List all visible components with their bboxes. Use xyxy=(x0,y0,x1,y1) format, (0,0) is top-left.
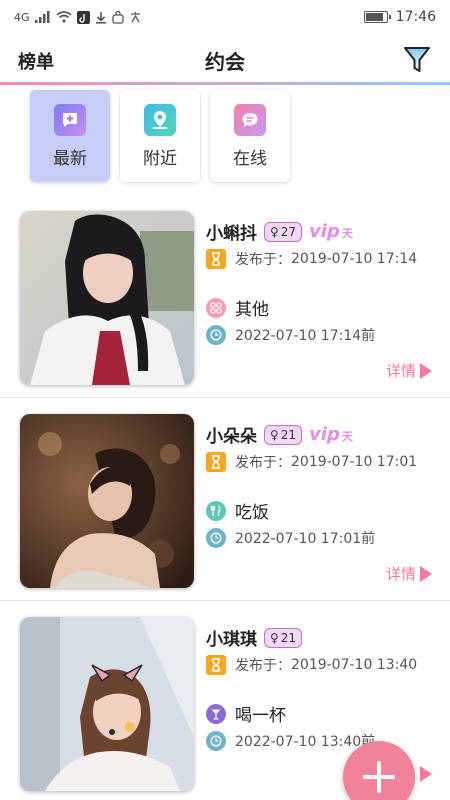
play-arrow-icon xyxy=(420,766,432,782)
add-square-icon xyxy=(54,103,86,136)
cocktail-glass-icon xyxy=(206,703,226,724)
tab-latest[interactable]: 最新 xyxy=(30,90,110,182)
vip-badge: vip 天 xyxy=(309,221,353,242)
gender-age-badge: ♀ 21 xyxy=(264,424,303,445)
download-icon xyxy=(95,11,106,24)
translate-icon xyxy=(130,11,140,22)
clock-icon xyxy=(206,528,226,548)
profile-photo[interactable] xyxy=(20,617,194,791)
network-label: 4G xyxy=(14,10,30,24)
name-row: 小朵朵 ♀ 21 vip 天 xyxy=(206,422,353,447)
user-name: 小朵朵 xyxy=(206,427,257,447)
filter-button[interactable] xyxy=(402,44,432,74)
hourglass-icon xyxy=(206,452,226,472)
age-value: 21 xyxy=(280,427,297,442)
status-time: 17:46 xyxy=(395,9,436,25)
details-link[interactable]: 详情 xyxy=(386,360,432,381)
profile-photo[interactable] xyxy=(20,211,194,385)
vip-sub-label: 天 xyxy=(341,227,353,240)
filter-icon xyxy=(404,47,430,72)
leaderboard-link[interactable]: 榜单 xyxy=(18,48,54,74)
tab-online[interactable]: 在线 xyxy=(210,90,290,182)
date-time: 2022-07-10 17:01前 xyxy=(235,531,376,547)
published-label: 发布于： xyxy=(235,658,291,674)
profile-photo[interactable] xyxy=(20,414,194,588)
tiktok-icon xyxy=(76,10,90,24)
user-name: 小琪琪 xyxy=(206,630,257,650)
plus-icon xyxy=(363,761,395,793)
post-card[interactable]: 小蝌抖 ♀ 27 vip 天 发布于： 2019-07-10 17:14 其他 202… xyxy=(0,195,450,398)
datetime-row: 2022-07-10 17:14前 xyxy=(206,325,375,345)
location-pin-icon xyxy=(144,103,176,136)
vip-sub-label: 天 xyxy=(341,430,353,443)
grid-icon xyxy=(206,297,226,318)
age-value: 21 xyxy=(280,630,297,645)
published-time: 2019-07-10 17:01 xyxy=(291,454,418,470)
dating-feed: 小蝌抖 ♀ 27 vip 天 发布于： 2019-07-10 17:14 其他 202… xyxy=(0,195,450,800)
gender-age-badge: ♀ 27 xyxy=(264,221,303,242)
female-icon: ♀ xyxy=(270,630,279,645)
post-card[interactable]: 小朵朵 ♀ 21 vip 天 发布于： 2019-07-10 17:01 吃饭 202… xyxy=(0,398,450,601)
name-row: 小蝌抖 ♀ 27 vip 天 xyxy=(206,219,353,244)
published-row: 发布于： 2019-07-10 13:40 xyxy=(206,655,417,675)
activity-type: 喝一杯 xyxy=(235,706,286,726)
datetime-row: 2022-07-10 17:01前 xyxy=(206,528,375,548)
published-row: 发布于： 2019-07-10 17:14 xyxy=(206,249,417,269)
hourglass-icon xyxy=(206,249,226,269)
activity-row: 其他 xyxy=(206,295,269,320)
hourglass-icon xyxy=(206,655,226,675)
tab-latest-label: 最新 xyxy=(53,148,87,169)
category-tabs: 最新 附近 在线 xyxy=(30,90,290,182)
vip-badge: vip 天 xyxy=(309,424,353,445)
vip-label: vip xyxy=(309,221,340,242)
details-label: 详情 xyxy=(385,362,416,380)
activity-type: 吃饭 xyxy=(235,503,269,523)
female-icon: ♀ xyxy=(270,427,279,442)
signal-icon xyxy=(34,11,50,23)
details-link[interactable]: 详情 xyxy=(386,563,432,584)
details-link[interactable] xyxy=(420,766,432,782)
published-row: 发布于： 2019-07-10 17:01 xyxy=(206,452,417,472)
status-left: 4G xyxy=(14,10,142,24)
chat-bubble-icon xyxy=(234,103,266,136)
tab-online-label: 在线 xyxy=(233,148,267,169)
date-time: 2022-07-10 13:40前 xyxy=(235,734,376,750)
fork-knife-icon xyxy=(206,500,226,521)
published-time: 2019-07-10 13:40 xyxy=(291,657,418,673)
female-icon: ♀ xyxy=(270,224,279,239)
published-time: 2019-07-10 17:14 xyxy=(291,251,418,267)
activity-row: 吃饭 xyxy=(206,498,269,523)
user-name: 小蝌抖 xyxy=(206,224,257,244)
status-right: 17:46 xyxy=(363,9,436,25)
age-value: 27 xyxy=(280,224,297,239)
name-row: 小琪琪 ♀ 21 xyxy=(206,625,303,650)
date-time: 2022-07-10 17:14前 xyxy=(235,328,376,344)
tab-nearby[interactable]: 附近 xyxy=(120,90,200,182)
gender-age-badge: ♀ 21 xyxy=(264,627,303,648)
header-divider xyxy=(0,82,450,85)
clock-icon xyxy=(206,325,226,345)
status-bar: 4G 17:46 xyxy=(0,0,450,34)
tab-nearby-label: 附近 xyxy=(143,148,177,169)
page-title: 约会 xyxy=(205,50,245,74)
activity-row: 喝一杯 xyxy=(206,701,286,726)
bag-icon xyxy=(111,10,124,24)
datetime-row: 2022-07-10 13:40前 xyxy=(206,731,375,751)
top-app-bar: 榜单 约会 xyxy=(0,38,450,82)
wifi-icon xyxy=(56,11,72,23)
published-label: 发布于： xyxy=(235,455,291,471)
clock-icon xyxy=(206,731,226,751)
published-label: 发布于： xyxy=(235,252,291,268)
activity-type: 其他 xyxy=(235,300,269,320)
battery-icon xyxy=(363,11,391,23)
play-arrow-icon xyxy=(420,362,432,379)
vip-label: vip xyxy=(309,424,340,445)
details-label: 详情 xyxy=(385,565,416,583)
play-arrow-icon xyxy=(420,565,432,582)
